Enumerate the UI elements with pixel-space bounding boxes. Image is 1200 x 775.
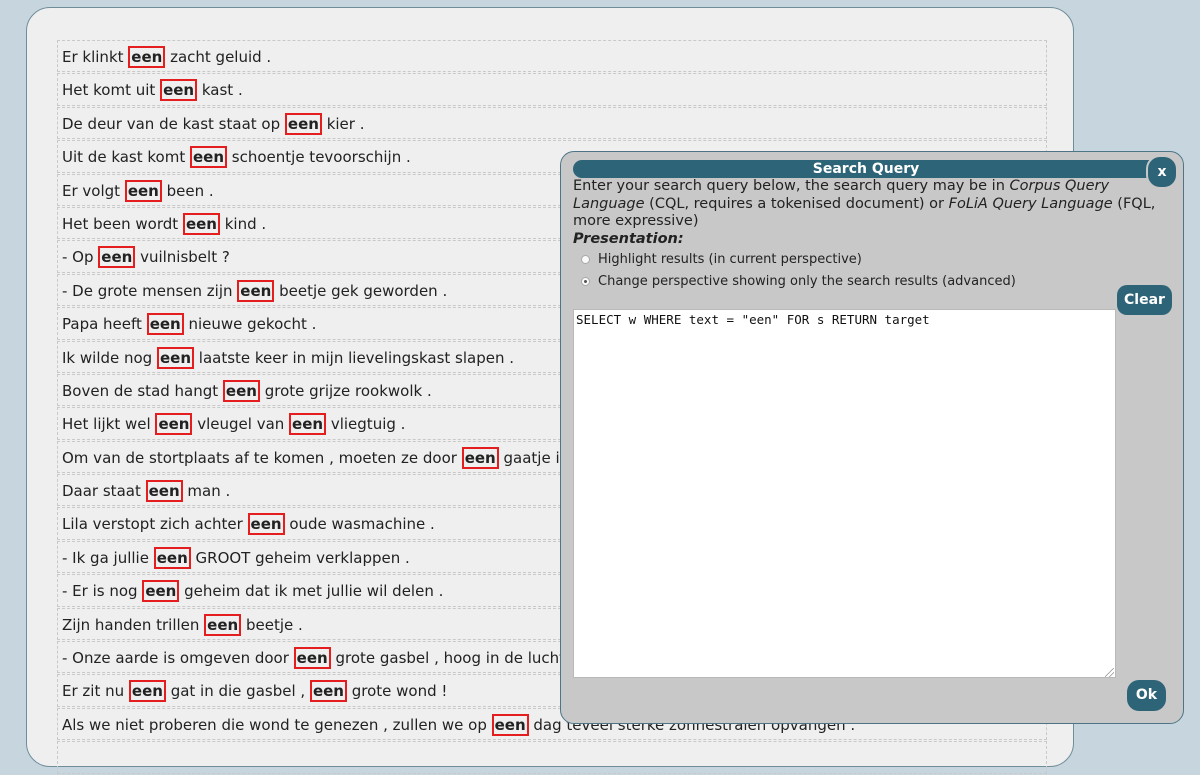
sentence-text: vleugel van	[192, 415, 290, 434]
sentence-text: - Onze aarde is omgeven door	[62, 649, 294, 668]
option-label: Highlight results (in current perspectiv…	[598, 252, 862, 267]
sentence-text: Zijn handen trillen	[62, 615, 205, 634]
dialog-instructions: Enter your search query below, the searc…	[573, 178, 1173, 231]
sentence-row[interactable]: Het komt uit een kast .	[57, 73, 1047, 106]
sentence-row[interactable]	[57, 741, 1047, 774]
sentence-text: Het komt uit	[62, 81, 161, 100]
sentence-text: - Er is nog	[62, 582, 143, 601]
sentence-text: Het lijkt wel	[62, 415, 156, 434]
fql-term: FoLiA Query Language	[948, 195, 1113, 212]
search-match-token[interactable]: een	[247, 513, 285, 536]
resize-handle[interactable]	[1105, 668, 1114, 677]
sentence-text: - Ik ga jullie	[62, 548, 154, 567]
sentence-text: been .	[161, 181, 214, 200]
sentence-text: Om van de stortplaats af te komen , moet…	[62, 448, 462, 467]
search-match-token[interactable]: een	[237, 279, 275, 302]
radio-highlight-results[interactable]	[581, 255, 590, 264]
sentence-text: Ik wilde nog	[62, 348, 157, 367]
sentence-text: De deur van de kast staat op	[62, 114, 285, 133]
search-match-token[interactable]: een	[156, 346, 195, 369]
search-match-token[interactable]: een	[124, 179, 162, 202]
sentence-text: kier .	[321, 114, 365, 133]
search-match-token[interactable]: een	[461, 446, 499, 469]
sentence-text: gat in die gasbel ,	[165, 682, 310, 701]
sentence-text: Papa heeft	[62, 315, 147, 334]
sentence-text: man .	[182, 482, 231, 501]
clear-button[interactable]: Clear	[1117, 285, 1172, 315]
sentence-text: Boven de stad hangt	[62, 381, 223, 400]
sentence-text: grote grijze rookwolk .	[259, 381, 432, 400]
sentence-text: oude wasmachine .	[284, 515, 435, 534]
intro-text-2: (CQL, requires a tokenised document) or	[644, 195, 949, 212]
sentence-text: schoentje tevoorschijn .	[227, 148, 411, 167]
search-match-token[interactable]: een	[128, 46, 166, 68]
sentence-text: - De grote mensen zijn	[62, 281, 238, 300]
option-change-perspective[interactable]: Change perspective showing only the sear…	[581, 274, 1016, 289]
search-match-token[interactable]: een	[128, 680, 166, 703]
sentence-text: Daar staat	[62, 482, 146, 501]
sentence-text: Uit de kast komt	[62, 148, 190, 167]
intro-text-1: Enter your search query below, the searc…	[573, 178, 1010, 194]
search-match-token[interactable]: een	[309, 680, 347, 703]
sentence-text: Er klinkt	[62, 48, 129, 66]
search-match-token[interactable]: een	[182, 212, 220, 235]
option-highlight-results[interactable]: Highlight results (in current perspectiv…	[581, 252, 862, 267]
sentence-text: Als we niet proberen die wond te genezen…	[62, 715, 492, 734]
search-match-token[interactable]: een	[145, 480, 183, 503]
sentence-text: grote wond !	[346, 682, 448, 701]
sentence-text: geheim dat ik met jullie wil delen .	[179, 582, 444, 601]
sentence-text: laatste keer in mijn lievelingskast slap…	[194, 348, 515, 367]
search-query-dialog: Search Query x Enter your search query b…	[560, 151, 1184, 724]
sentence-text: zacht geluid .	[165, 48, 272, 66]
radio-change-perspective[interactable]	[581, 277, 590, 286]
search-match-token[interactable]: een	[284, 112, 322, 135]
sentence-text: Er zit nu	[62, 682, 129, 701]
search-match-token[interactable]: een	[189, 146, 228, 169]
sentence-text: kind .	[219, 214, 267, 233]
search-match-token[interactable]: een	[293, 647, 331, 670]
search-match-token[interactable]: een	[153, 546, 191, 569]
search-match-token[interactable]: een	[142, 580, 180, 603]
sentence-text: Het been wordt	[62, 214, 183, 233]
sentence-text: - Op	[62, 248, 99, 267]
sentence-text: Er volgt	[62, 181, 125, 200]
presentation-label: Presentation:	[573, 231, 684, 247]
sentence-row[interactable]: De deur van de kast staat op een kier .	[57, 106, 1047, 140]
search-match-token[interactable]: een	[146, 313, 184, 336]
query-input[interactable]	[573, 309, 1116, 678]
sentence-text: Lila verstopt zich achter	[62, 515, 248, 534]
sentence-text: nieuwe gekocht .	[183, 315, 317, 334]
sentence-text: vliegtuig .	[326, 415, 406, 434]
search-match-token[interactable]: een	[491, 713, 529, 736]
search-match-token[interactable]: een	[289, 413, 327, 436]
sentence-text: beetje gek geworden .	[274, 281, 448, 300]
search-match-token[interactable]: een	[160, 79, 198, 102]
sentence-text: beetje .	[241, 615, 303, 634]
option-label: Change perspective showing only the sear…	[598, 274, 1016, 289]
search-match-token[interactable]: een	[155, 413, 193, 436]
ok-button[interactable]: Ok	[1127, 680, 1166, 711]
sentence-text: kast .	[197, 81, 243, 100]
search-match-token[interactable]: een	[98, 246, 136, 269]
sentence-text: GROOT geheim verklappen .	[190, 548, 410, 567]
search-match-token[interactable]: een	[222, 379, 260, 402]
search-match-token[interactable]: een	[204, 613, 242, 636]
sentence-text: vuilnisbelt ?	[135, 248, 230, 267]
dialog-title[interactable]: Search Query	[573, 160, 1159, 178]
sentence-row[interactable]: Er klinkt een zacht geluid .	[57, 40, 1047, 73]
